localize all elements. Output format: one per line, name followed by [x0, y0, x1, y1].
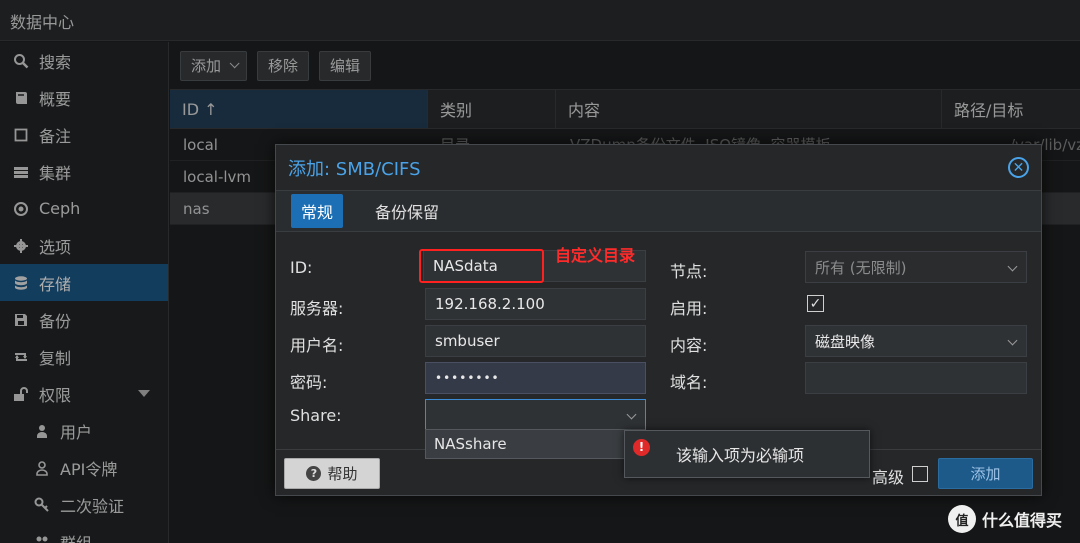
content-label: 内容: [670, 336, 708, 355]
server-field[interactable]: 192.168.2.100 [425, 288, 646, 320]
share-select[interactable] [425, 399, 646, 431]
username-field[interactable]: smbuser [425, 325, 646, 357]
add-button-label: 添加 [970, 465, 1001, 483]
close-icon[interactable]: ✕ [1008, 157, 1029, 178]
share-option[interactable]: NASshare [425, 429, 645, 459]
chevron-down-icon [626, 409, 637, 420]
domain-label: 域名: [670, 373, 708, 392]
node-select[interactable]: 所有 (无限制) [805, 251, 1027, 283]
username-label: 用户名: [290, 336, 344, 355]
error-tooltip: ! 该输入项为必输项 [624, 430, 870, 478]
error-message: 该输入项为必输项 [676, 446, 805, 465]
dialog-form: ID: NASdata 自定义目录 服务器: 192.168.2.100 用户名… [276, 233, 1041, 453]
node-label: 节点: [670, 262, 708, 281]
error-icon: ! [633, 438, 650, 456]
annotation-text: 自定义目录 [555, 246, 636, 265]
help-button[interactable]: ? 帮助 [284, 458, 380, 489]
highlight-box [419, 249, 544, 283]
share-option-label: NASshare [434, 435, 507, 453]
content-select[interactable]: 磁盘映像 [805, 325, 1027, 357]
chevron-down-icon [1007, 261, 1018, 272]
content-value: 磁盘映像 [815, 332, 876, 351]
chevron-down-icon [1007, 335, 1018, 346]
watermark-text: 什么值得买 [982, 511, 1063, 530]
advanced-label: 高级 [872, 468, 905, 487]
dialog-title-bar: 添加: SMB/CIFS ✕ [276, 145, 1041, 191]
tab-backup-retention[interactable]: 备份保留 [365, 194, 449, 228]
share-label: Share: [290, 406, 342, 425]
dialog-title: 添加: SMB/CIFS [288, 158, 421, 180]
username-value: smbuser [435, 332, 500, 350]
domain-field[interactable] [805, 362, 1027, 394]
id-label: ID: [290, 258, 313, 277]
watermark: 值 什么值得买 [948, 505, 1062, 533]
server-label: 服务器: [290, 299, 344, 318]
add-button[interactable]: 添加 [938, 458, 1033, 489]
server-value: 192.168.2.100 [435, 295, 545, 313]
password-label: 密码: [290, 373, 328, 392]
help-label: 帮助 [327, 465, 358, 483]
watermark-logo: 值 [948, 505, 976, 533]
question-icon: ? [306, 466, 322, 481]
tab-general[interactable]: 常规 [291, 194, 344, 228]
password-field[interactable]: •••••••• [425, 362, 646, 394]
enable-checkbox[interactable]: ✓ [807, 295, 824, 312]
node-value: 所有 (无限制) [815, 258, 907, 277]
password-value: •••••••• [435, 371, 500, 385]
advanced-checkbox[interactable] [912, 466, 928, 482]
dialog-tabs: 常规 备份保留 [276, 191, 1041, 232]
enable-label: 启用: [670, 299, 708, 318]
